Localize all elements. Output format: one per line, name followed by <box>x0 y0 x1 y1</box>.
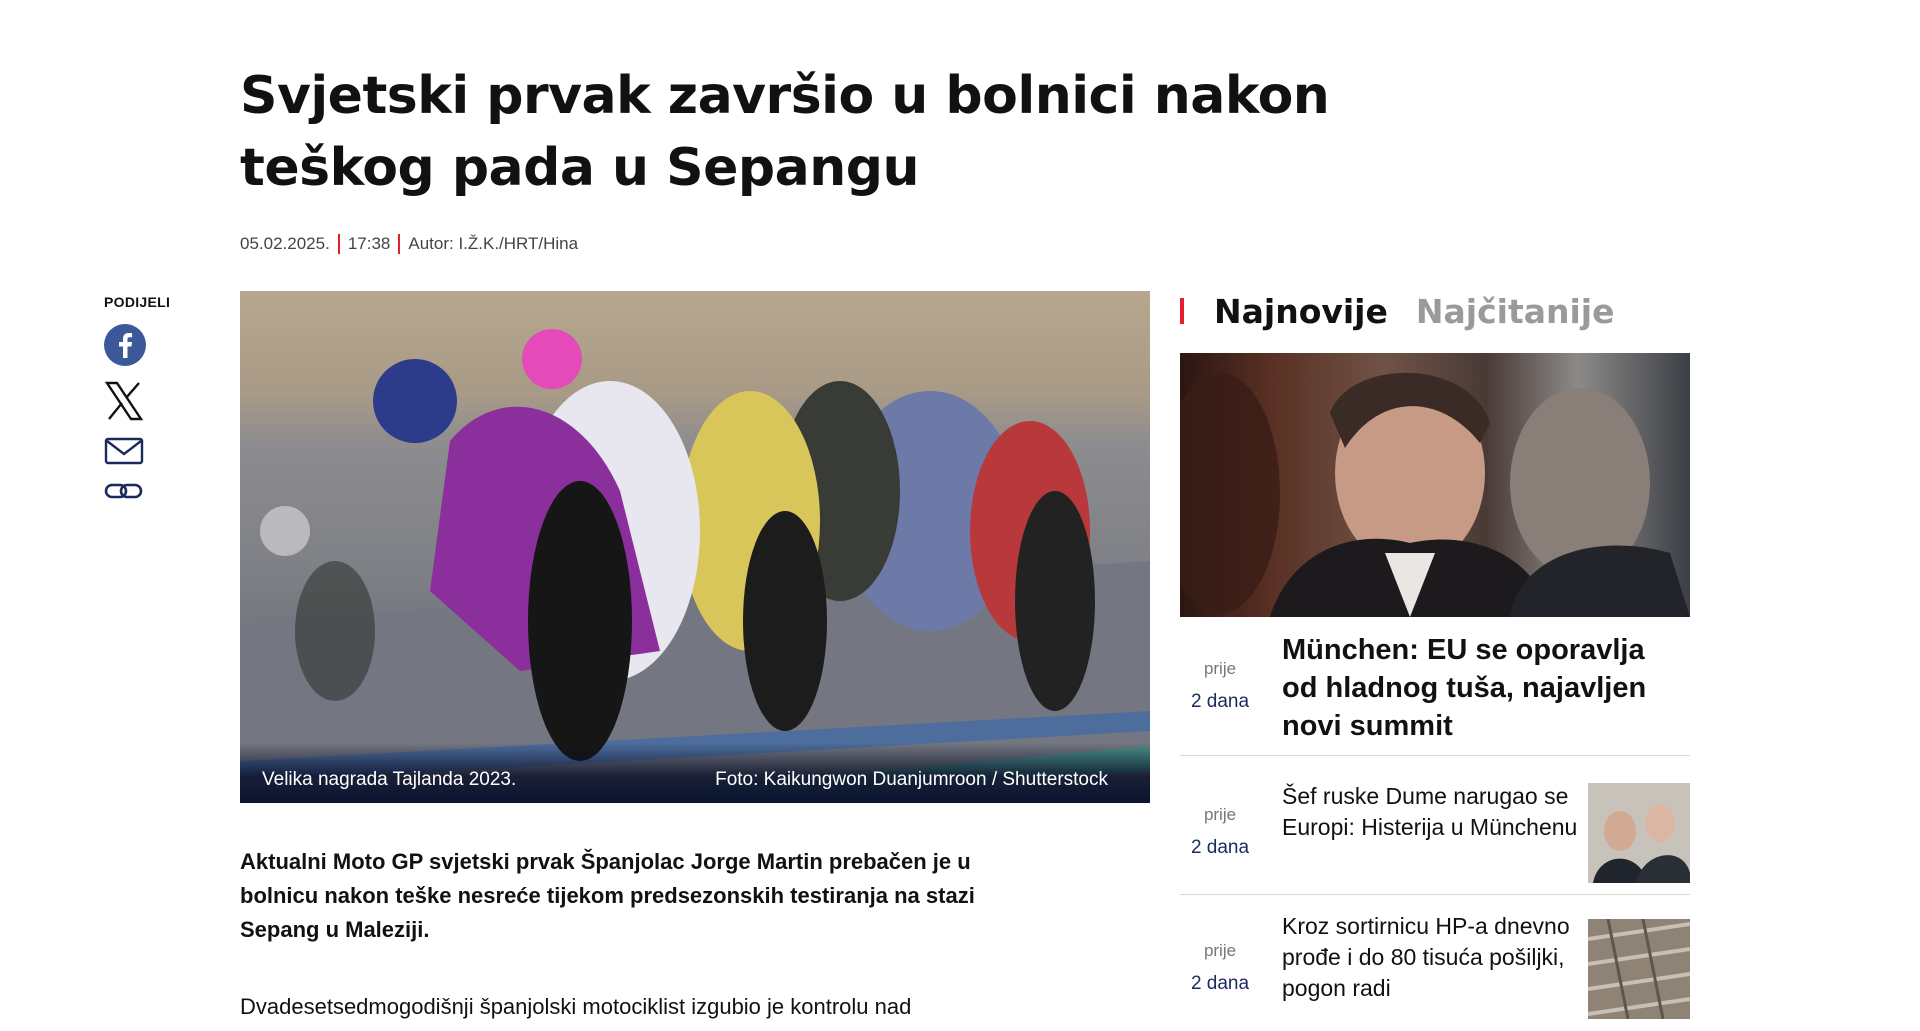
link-icon[interactable] <box>104 480 144 502</box>
facebook-icon[interactable] <box>104 324 146 366</box>
article-page: Svjetski prvak završio u bolnici nakon t… <box>0 0 1920 1019</box>
tab-accent-bar <box>1180 298 1184 324</box>
lead-name: Jorge Martin <box>690 849 823 874</box>
news-headline[interactable]: Šef ruske Dume narugao se Europi: Hister… <box>1282 781 1582 843</box>
news-time: prije 2 dana <box>1180 941 1260 995</box>
time-value: 2 dana <box>1190 691 1250 712</box>
news-time: prije 2 dana <box>1180 805 1260 859</box>
share-bar: PODIJELI <box>104 294 184 502</box>
lead-text: Aktualni Moto GP svjetski prvak Španjola… <box>240 849 691 874</box>
motogp-race-photo <box>240 329 1150 803</box>
time-prefix: prije <box>1203 805 1237 824</box>
thumbnail-photo <box>1588 783 1690 883</box>
meta-divider <box>398 234 401 254</box>
news-headline[interactable]: Kroz sortirnicu HP-a dnevno prođe i do 8… <box>1282 911 1582 1004</box>
news-item[interactable]: prije 2 dana Šef ruske Dume narugao se E… <box>1180 781 1690 895</box>
sidebar-news: Najnovije Najčitanije prije 2 dana Münch… <box>1180 291 1690 1019</box>
image-credit: Foto: Kaikungwon Duanjumroon / Shutterst… <box>715 769 1108 790</box>
thumbnail-photo <box>1588 919 1690 1019</box>
article-lead: Aktualni Moto GP svjetski prvak Španjola… <box>240 845 1040 947</box>
featured-photo <box>1180 372 1690 617</box>
article-date: 05.02.2025. <box>240 234 330 253</box>
time-prefix: prije <box>1203 941 1237 960</box>
article-meta: 05.02.2025. 17:38 Autor: I.Ž.K./HRT/Hina <box>240 234 578 254</box>
news-thumbnail[interactable] <box>1588 919 1690 1019</box>
article-title: Svjetski prvak završio u bolnici nakon t… <box>240 66 1330 198</box>
news-item[interactable]: prije 2 dana München: EU se oporavlja od… <box>1180 631 1690 756</box>
x-icon[interactable] <box>104 380 144 422</box>
featured-news-image[interactable] <box>1180 353 1690 617</box>
time-prefix: prije <box>1203 659 1237 678</box>
article-time: 17:38 <box>347 234 391 253</box>
time-value: 2 dana <box>1190 837 1250 858</box>
share-label: PODIJELI <box>104 294 171 310</box>
article-body: Dvadesetsedmogodišnji španjolski motocik… <box>240 994 912 1019</box>
tab-najnovije[interactable]: Najnovije <box>1214 292 1388 331</box>
news-item[interactable]: prije 2 dana Kroz sortirnicu HP-a dnevno… <box>1180 911 1690 1031</box>
article-author: Autor: I.Ž.K./HRT/Hina <box>408 234 579 253</box>
time-value: 2 dana <box>1190 973 1250 994</box>
mail-icon[interactable] <box>104 436 144 466</box>
sidebar-tabs: Najnovije Najčitanije <box>1180 291 1690 331</box>
article-hero-image: Velika nagrada Tajlanda 2023. Foto: Kaik… <box>240 291 1150 803</box>
news-headline[interactable]: München: EU se oporavlja od hladnog tuša… <box>1282 631 1682 745</box>
news-thumbnail[interactable] <box>1588 783 1690 883</box>
image-caption: Velika nagrada Tajlanda 2023. <box>262 769 517 790</box>
tab-najcitanije[interactable]: Najčitanije <box>1416 292 1615 331</box>
news-time: prije 2 dana <box>1180 659 1260 713</box>
meta-divider <box>337 234 340 254</box>
